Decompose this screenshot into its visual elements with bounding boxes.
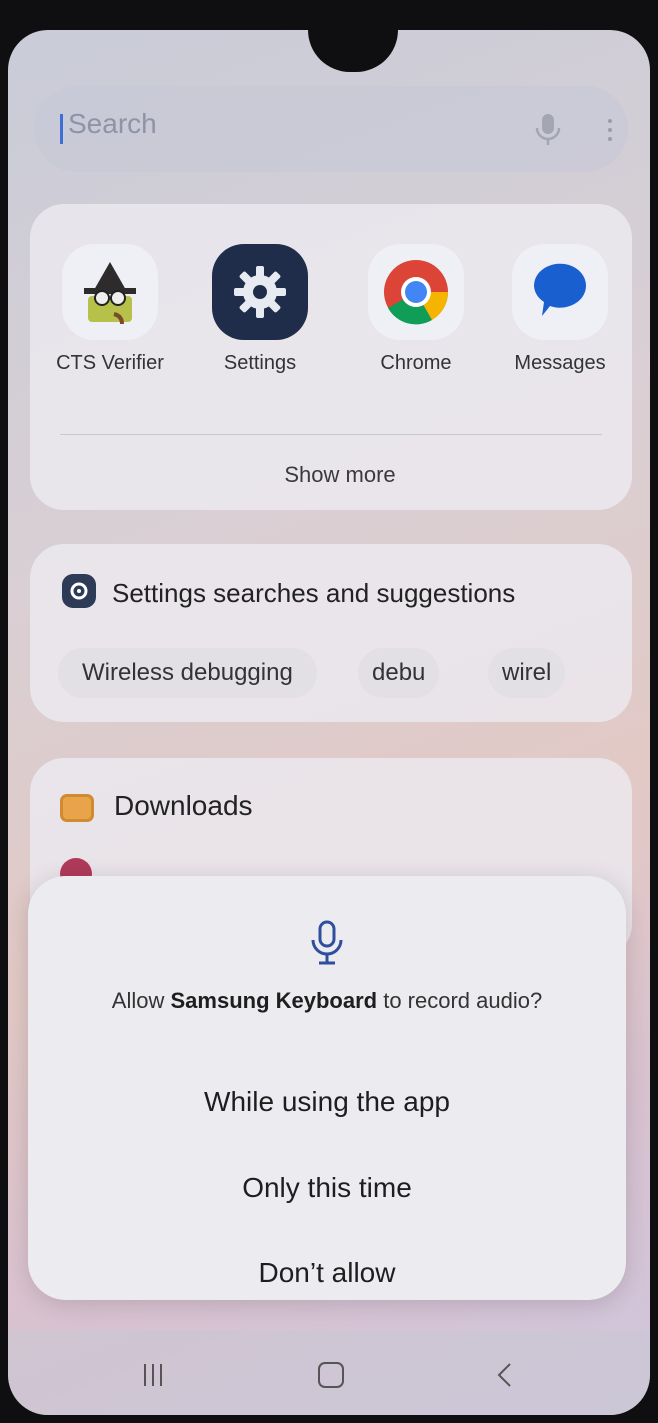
app-settings[interactable]: Settings <box>202 244 318 375</box>
messages-icon <box>512 244 608 340</box>
while-using-app-button[interactable]: While using the app <box>28 1086 626 1118</box>
section-title: Settings searches and suggestions <box>112 578 516 608</box>
microphone-icon <box>311 920 343 965</box>
suggestion-chip-wireless-debugging[interactable]: Wireless debugging <box>58 648 317 698</box>
more-options-icon[interactable] <box>590 108 630 152</box>
app-label: Messages <box>514 352 606 374</box>
suggestion-chip-debu[interactable]: debu <box>358 648 440 698</box>
app-chrome[interactable]: Chrome <box>358 244 474 375</box>
camera-notch <box>308 30 398 72</box>
permission-dialog: Allow Samsung Keyboard to record audio? … <box>28 876 626 1300</box>
app-label: Chrome <box>380 352 452 374</box>
settings-gear-icon <box>212 244 308 340</box>
app-label: Settings <box>223 352 297 374</box>
apps-results-card: CTS Verifier Settings Chrome Messages Sh… <box>30 204 632 510</box>
suggestion-chip-wirel[interactable]: wirel <box>488 648 566 698</box>
mic-icon[interactable] <box>532 112 564 148</box>
search-field[interactable]: Search <box>34 86 628 172</box>
dont-allow-button[interactable]: Don’t allow <box>28 1257 626 1289</box>
cts-verifier-icon <box>62 244 158 340</box>
phone-screen: Search CTS Verifier Settings Chrome Mess… <box>8 30 650 1415</box>
folder-icon <box>60 794 94 822</box>
home-icon[interactable] <box>306 1350 356 1400</box>
search-placeholder: Search <box>68 108 157 139</box>
settings-gear-icon <box>62 574 96 608</box>
divider <box>60 434 602 435</box>
downloads-item[interactable]: Downloads <box>114 790 253 822</box>
show-more-button[interactable]: Show more <box>258 452 422 498</box>
app-name: Samsung Keyboard <box>170 988 378 1013</box>
app-label: CTS Verifier <box>56 352 164 374</box>
app-cts-verifier[interactable]: CTS Verifier <box>52 244 168 375</box>
text-cursor <box>60 114 63 144</box>
navigation-bar <box>8 1330 650 1415</box>
back-icon[interactable] <box>480 1350 530 1400</box>
app-messages[interactable]: Messages <box>502 244 618 375</box>
chrome-icon <box>368 244 464 340</box>
recent-apps-icon[interactable] <box>128 1350 178 1400</box>
settings-suggestions-card: Settings searches and suggestions Wirele… <box>30 544 632 722</box>
dialog-message: Allow Samsung Keyboard to record audio? <box>111 988 543 1013</box>
only-this-time-button[interactable]: Only this time <box>28 1172 626 1204</box>
